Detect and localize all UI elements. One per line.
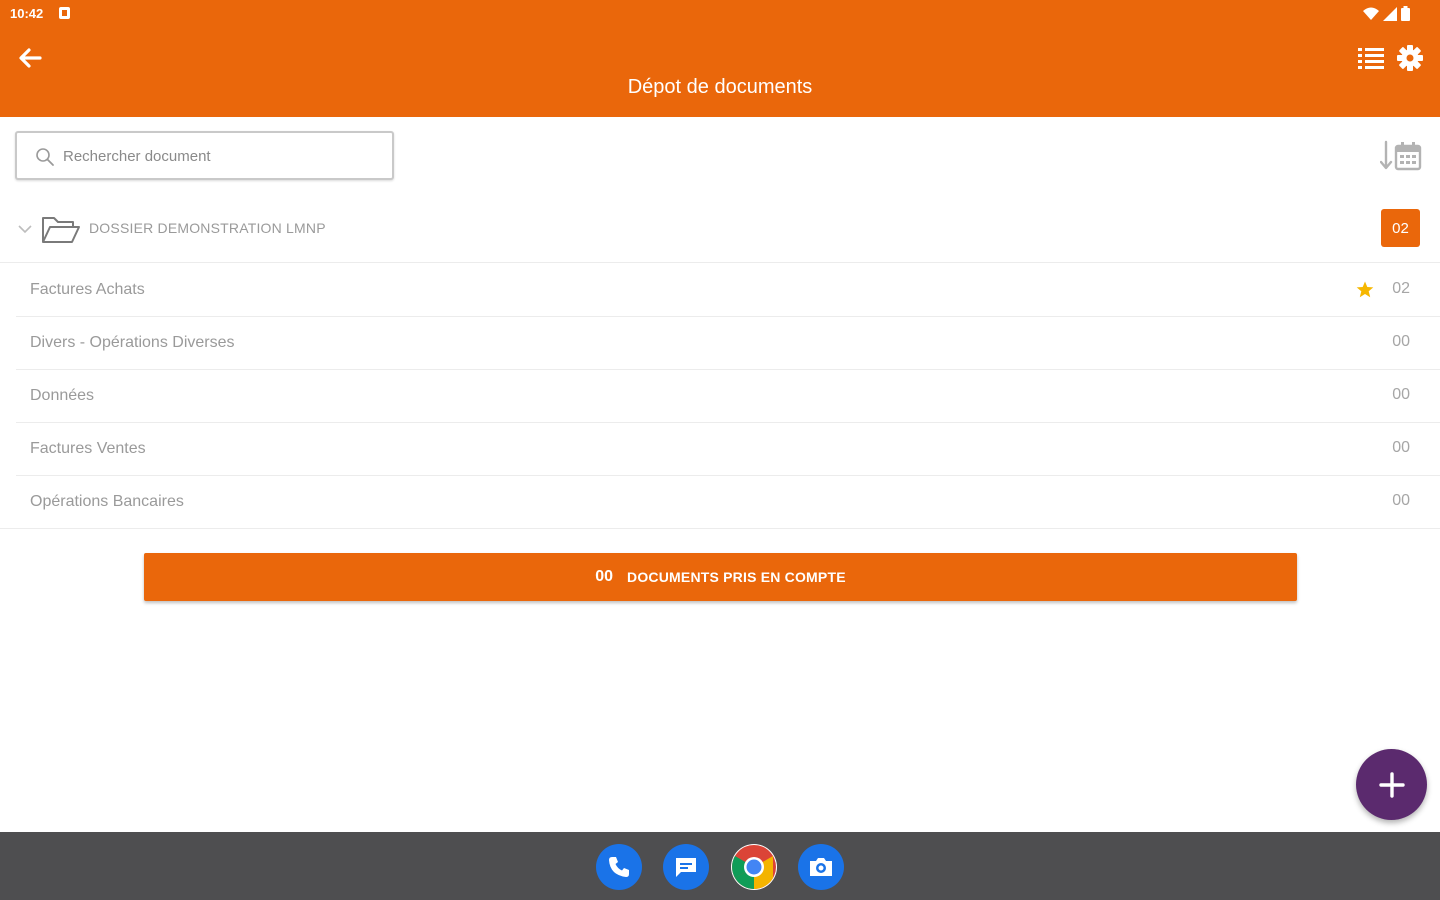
camera-app[interactable] — [798, 844, 844, 890]
app-bar: 10:42 Dépot de documents — [0, 0, 1440, 117]
list-icon — [1358, 48, 1384, 69]
gear-icon — [1397, 45, 1423, 71]
category-count: 00 — [1392, 492, 1410, 509]
category-count: 02 — [1392, 280, 1410, 297]
search-icon — [36, 148, 54, 166]
chevron-down-icon — [18, 225, 32, 234]
folder-name: DOSSIER DEMONSTRATION LMNP — [89, 220, 326, 236]
signal-icon — [1383, 6, 1397, 21]
camera-icon — [810, 858, 832, 876]
category-count: 00 — [1392, 386, 1410, 403]
phone-app[interactable] — [596, 844, 642, 890]
search-input[interactable] — [63, 143, 383, 169]
category-name: Divers - Opérations Diverses — [30, 334, 235, 351]
documents-label: DOCUMENTS PRIS EN COMPTE — [627, 569, 846, 585]
notification-icon — [59, 7, 70, 19]
category-name: Opérations Bancaires — [30, 493, 184, 510]
list-item[interactable]: Données 00 — [16, 370, 1440, 423]
plus-icon — [1378, 771, 1405, 798]
documents-count: 00 — [595, 568, 614, 585]
category-name: Factures Ventes — [30, 440, 146, 457]
category-count: 00 — [1392, 439, 1410, 456]
folder-count-badge: 02 — [1381, 209, 1420, 247]
documents-counted-button[interactable]: 00 DOCUMENTS PRIS EN COMPTE — [144, 553, 1297, 601]
add-document-button[interactable] — [1356, 749, 1427, 820]
app-dock — [0, 832, 1440, 900]
category-name: Données — [30, 387, 95, 404]
folder-open-icon — [42, 217, 80, 243]
sort-by-date-button[interactable] — [1378, 138, 1424, 174]
back-button[interactable] — [14, 42, 46, 74]
settings-button[interactable] — [1395, 43, 1425, 73]
arrow-back-icon — [19, 48, 42, 68]
list-item[interactable]: Factures Ventes 00 — [16, 423, 1440, 476]
wifi-icon — [1363, 7, 1379, 20]
list-view-button[interactable] — [1356, 44, 1386, 72]
status-icons — [1363, 6, 1410, 21]
messages-app[interactable] — [663, 844, 709, 890]
search-box[interactable] — [15, 131, 394, 180]
chrome-icon — [732, 845, 776, 889]
star-icon[interactable] — [1356, 281, 1374, 298]
category-name: Factures Achats — [30, 281, 145, 298]
category-list: Factures Achats 02 Divers - Opérations D… — [0, 264, 1440, 529]
category-count: 00 — [1392, 333, 1410, 350]
page-title: Dépot de documents — [627, 76, 813, 98]
list-item[interactable]: Divers - Opérations Diverses 00 — [16, 317, 1440, 370]
folder-row[interactable]: DOSSIER DEMONSTRATION LMNP 02 — [0, 205, 1440, 263]
chrome-app[interactable] — [731, 844, 777, 890]
list-item[interactable]: Factures Achats 02 — [16, 264, 1440, 317]
messages-icon — [676, 858, 696, 877]
battery-icon — [1401, 6, 1410, 21]
list-item[interactable]: Opérations Bancaires 00 — [0, 476, 1440, 529]
status-time: 10:42 — [10, 6, 44, 21]
phone-icon — [609, 857, 629, 877]
sort-date-icon — [1380, 140, 1422, 171]
